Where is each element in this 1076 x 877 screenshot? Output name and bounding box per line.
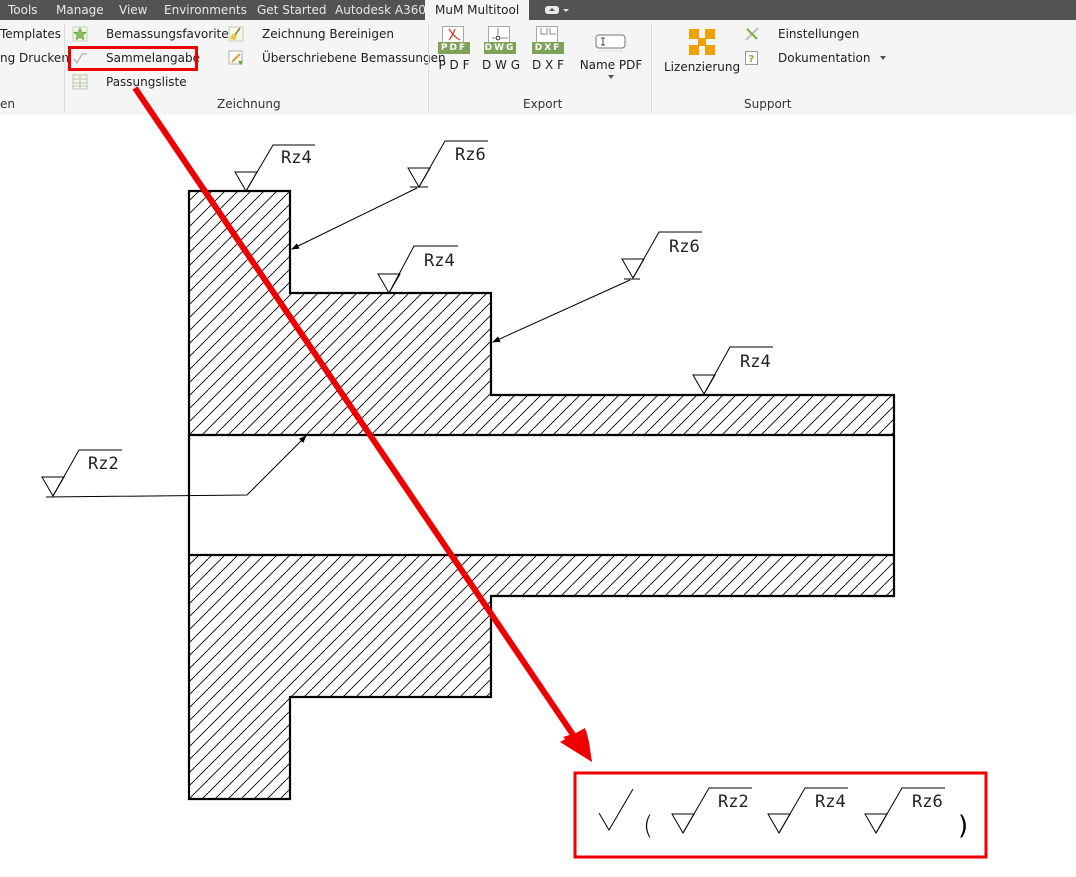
surface-symbol-rz2-bore[interactable]: Rz2	[41, 435, 307, 498]
rz4-right-label: Rz4	[740, 352, 771, 372]
rz4-top-label: Rz4	[281, 148, 312, 168]
summary-symbol-rz6: Rz6	[864, 787, 945, 834]
part-section-lower	[187, 553, 896, 801]
surface-symbol-rz4-right[interactable]: Rz4	[692, 346, 773, 395]
summary-rz2-label: Rz2	[718, 792, 749, 812]
rz6-upper-label: Rz6	[455, 145, 486, 165]
rz4-mid-label: Rz4	[424, 251, 455, 271]
surface-summary-box: ( Rz2 Rz4 Rz6 )	[573, 771, 988, 859]
surface-symbol-rz4-mid[interactable]: Rz4	[377, 245, 458, 294]
summary-rz6-label: Rz6	[912, 792, 943, 812]
summary-rz4-label: Rz4	[815, 792, 846, 812]
sammelangabe-highlight	[68, 46, 198, 71]
general-finish-symbol	[598, 788, 634, 831]
rz2-bore-label: Rz2	[88, 454, 119, 474]
surface-symbol-rz4-top[interactable]: Rz4	[234, 144, 315, 192]
drawing-canvas[interactable]: Rz4 Rz6 Rz4 Rz6 Rz4 Rz2 (Rz2 Rz4 Rz6)	[0, 0, 1076, 877]
surface-symbol-rz6-right[interactable]: Rz6	[492, 231, 702, 343]
open-paren: (	[643, 811, 653, 841]
summary-symbol-rz2: Rz2	[671, 787, 752, 834]
part-section-upper	[187, 189, 896, 437]
rz6-right-label: Rz6	[669, 237, 700, 257]
summary-symbol-rz4: Rz4	[767, 787, 848, 834]
surface-symbol-rz6-upper[interactable]: Rz6	[291, 140, 488, 250]
close-paren: )	[958, 811, 968, 841]
